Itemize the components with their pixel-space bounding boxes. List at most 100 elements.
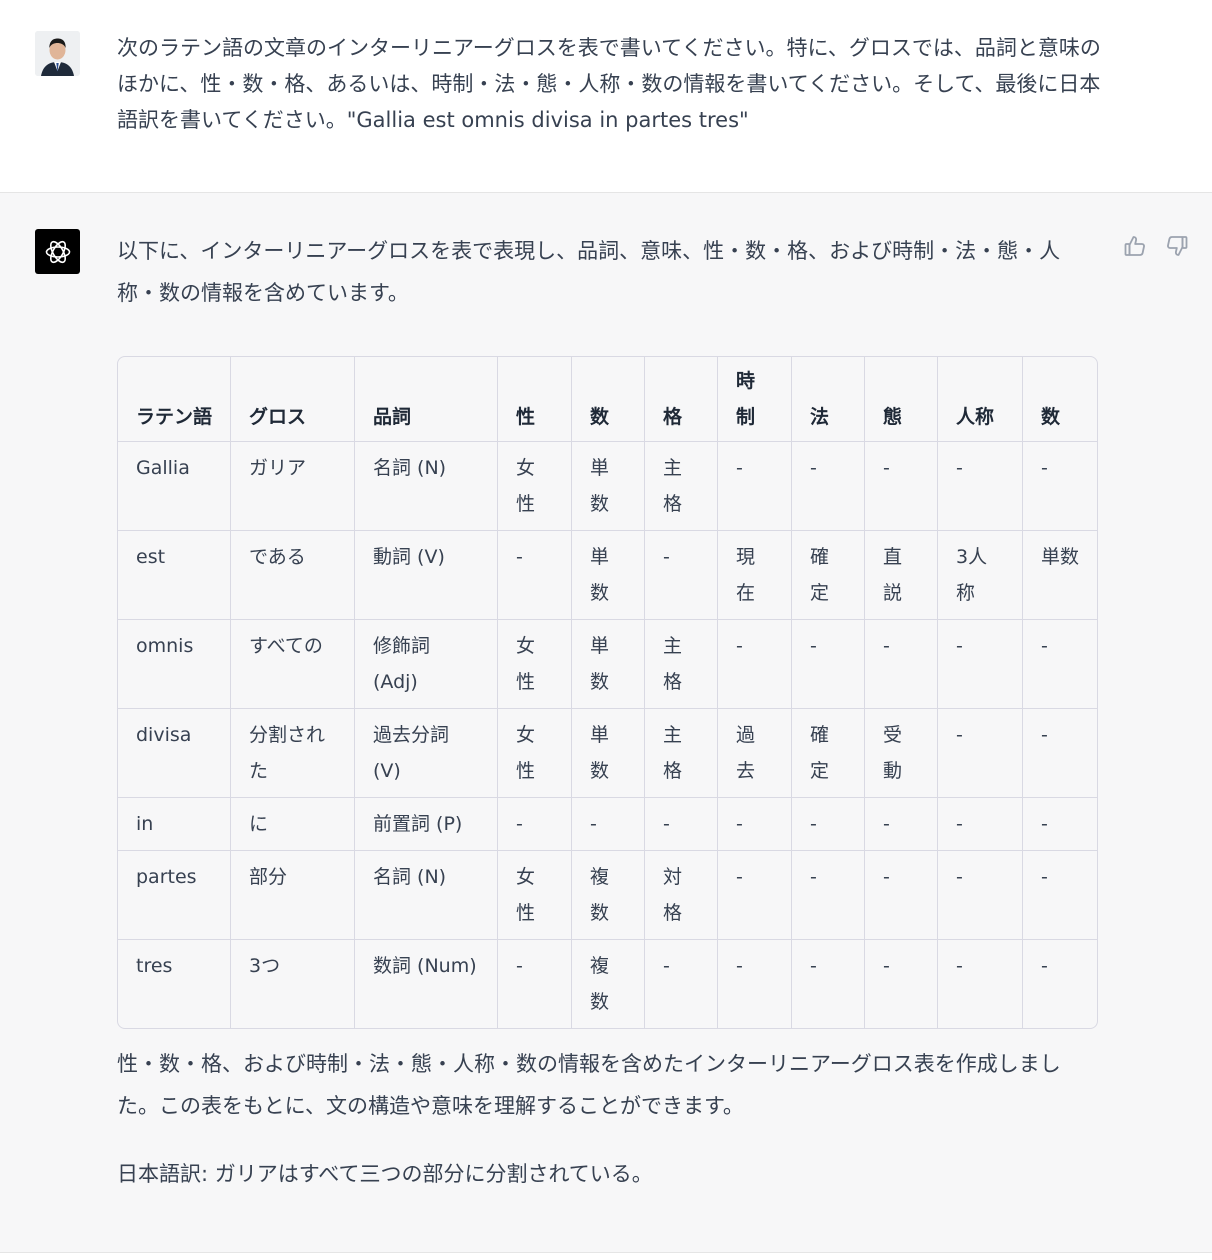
table-cell: - [1023,798,1097,851]
table-cell: 3つ [231,940,355,1028]
assistant-message: 以下に、インターリニアーグロスを表で表現し、品詞、意味、性・数・格、および時制・… [0,193,1212,1253]
feedback-buttons [1120,233,1192,263]
table-cell: - [1023,620,1097,709]
table-cell: - [1041,955,1048,977]
table-cell: - [938,442,1023,531]
user-message: 次のラテン語の文章のインターリニアーグロスを表で書いてください。特に、グロスでは… [0,0,1212,193]
table-cell: 数詞 (Num) [355,940,498,1028]
table-cell: 直説 [865,531,938,620]
col-header-voice: 態 [865,357,938,442]
table-row: Gallia ガリア 名詞 (N) 女性 単数 主格 - - - - - [118,442,1097,531]
table-cell: - [645,798,718,851]
col-header-pos: 品詞 [355,357,498,442]
table-cell: 単数 [1023,531,1097,620]
table-cell: - [1023,851,1097,940]
table-cell: - [938,709,1023,798]
table-cell: - [865,442,938,531]
table-cell: 名詞 (N) [355,442,498,531]
table-row: in に前置詞 (P) - - - - - - - - [118,798,1097,851]
table-cell: 現在 [718,531,792,620]
table-cell: - [498,798,572,851]
table-cell: 分割された [231,709,355,798]
thumbs-down-button[interactable] [1162,233,1192,263]
table-row: tres 3つ 数詞 (Num) - 複数 - - - - - - [118,940,1097,1028]
table-row: est である 動詞 (V) - 単数 - 現在 確定 直説 3人称 単数 [118,531,1097,620]
table-cell: - [792,442,865,531]
assistant-outro: 性・数・格、および時制・法・態・人称・数の情報を含めたインターリニアーグロス表を… [117,1052,1061,1118]
table-cell: - [718,620,792,709]
table-cell: - [1023,442,1097,531]
table-cell: 部分 [231,851,355,940]
col-header-number: 数 [572,357,645,442]
table-cell: - [572,798,645,851]
table-cell: に [231,798,355,851]
table-cell: - [865,620,938,709]
table-cell: - [792,620,865,709]
table-cell: 名詞 (N) [355,851,498,940]
table-cell: 単数 [572,709,645,798]
table-cell: - [938,851,1023,940]
user-avatar [35,31,80,76]
table-cell: Gallia [118,442,231,531]
table-cell: - [938,620,1023,709]
col-header-mood: 法 [792,357,865,442]
col-header-person: 人称 [938,357,1023,442]
table-cell: 女性 [498,709,572,798]
table-cell: - [718,798,792,851]
table-cell: - [498,940,572,1028]
table-cell: 主格 [645,709,718,798]
table-row: omnis すべての 修飾詞 (Adj) 女性 単数 主格 - - - - - [118,620,1097,709]
table-cell: 単数 [572,620,645,709]
table-cell: 単数 [572,442,645,531]
table-cell: ガリア [231,442,355,531]
table-cell: 動詞 (V) [355,531,498,620]
table-row: divisa 分割された 過去分詞 (V) 女性 単数 主格 過去 確定 受動 - - [118,709,1097,798]
table-cell: 確定 [792,531,865,620]
table-cell: - [938,940,1023,1028]
table-cell: - [645,531,718,620]
table-cell: - [792,798,865,851]
col-header-latin: ラテン語 [118,357,231,442]
table-cell: - [718,851,792,940]
table-cell: - [865,851,938,940]
table-cell: - [865,798,938,851]
table-cell: である [231,531,355,620]
table-cell: - [718,940,792,1028]
user-message-text: 次のラテン語の文章のインターリニアーグロスを表で書いてください。特に、グロスでは… [117,36,1101,132]
table-cell: 単数 [572,531,645,620]
table-cell: 対格 [645,851,718,940]
table-cell: - [792,851,865,940]
table-cell: 過去分詞 (V) [355,709,498,798]
table-header-row: ラテン語 グロス 品詞 性 数 格 時制 法 態 人称 数 [118,357,1097,442]
table-cell: in [118,798,231,851]
table-cell: divisa [118,709,231,798]
thumbs-up-button[interactable] [1120,233,1150,263]
assistant-intro: 以下に、インターリニアーグロスを表で表現し、品詞、意味、性・数・格、および時制・… [117,239,1061,305]
col-header-case: 格 [645,357,718,442]
thumbs-up-icon [1123,234,1147,262]
table-cell: est [118,531,231,620]
table-cell: - [865,940,938,1028]
japanese-translation: 日本語訳: ガリアはすべて三つの部分に分割されている。 [117,1162,653,1186]
col-header-verb-number: 数 [1023,357,1097,442]
table-cell: tres [118,940,231,1028]
table-cell: 複数 [572,940,645,1028]
table-cell: 修飾詞 (Adj) [355,620,498,709]
table-cell: 過去 [718,709,792,798]
table-cell: すべての [231,620,355,709]
col-header-gloss: グロス [231,357,355,442]
thumbs-down-icon [1165,234,1189,262]
table-cell: 女性 [498,620,572,709]
table-cell: 女性 [498,442,572,531]
table-cell: omnis [118,620,231,709]
col-header-tense: 時制 [718,357,792,442]
table-cell: partes [118,851,231,940]
table-cell: - [645,940,718,1028]
col-header-gender: 性 [498,357,572,442]
table-cell: 前置詞 (P) [355,798,498,851]
table-cell: 主格 [645,442,718,531]
table-cell: - [498,531,572,620]
table-cell: 確定 [792,709,865,798]
table-cell: 複数 [572,851,645,940]
openai-logo-icon [35,229,80,274]
